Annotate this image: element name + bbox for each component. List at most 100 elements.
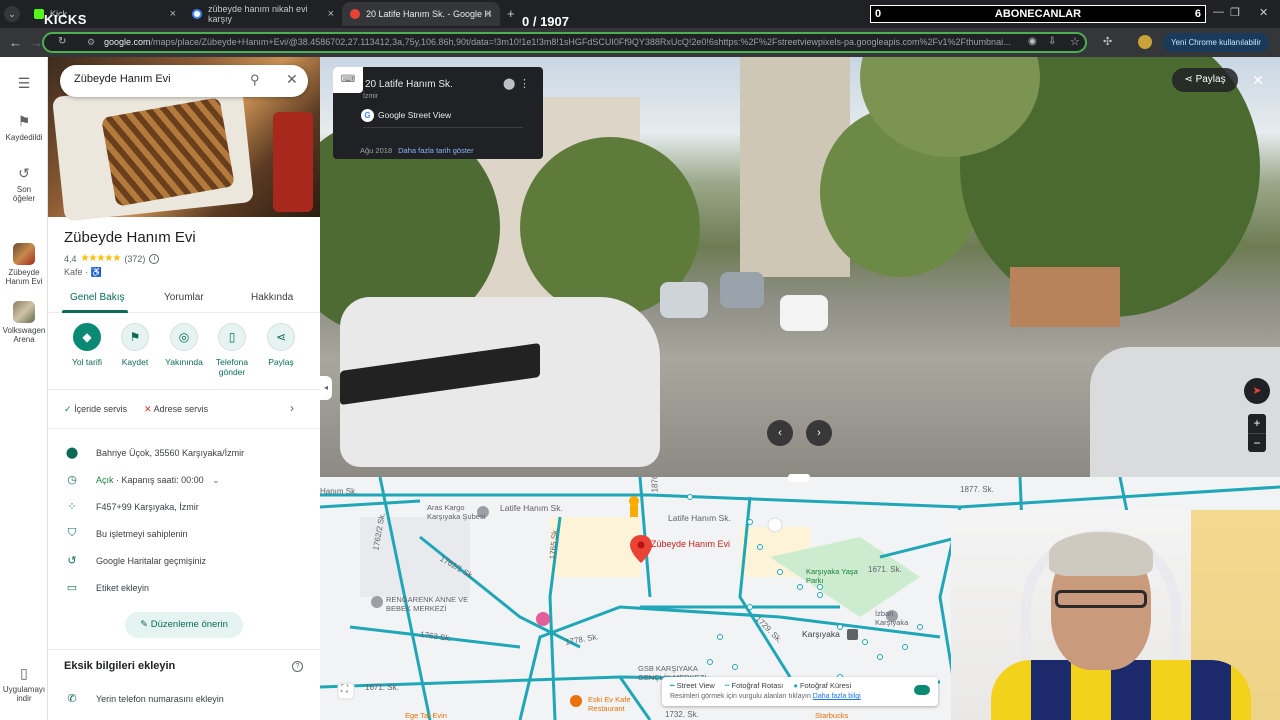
stream-overlay-counter: 0 / 1907 — [522, 14, 569, 29]
new-tab-button[interactable]: + — [507, 6, 515, 21]
resize-handle[interactable] — [788, 474, 810, 482]
url-text[interactable]: google.com/maps/place/Zübeyde+Hanım+Evi/… — [104, 37, 1019, 47]
directions-button[interactable]: ◆ Yol tarifi — [61, 323, 113, 367]
bookmark-icon: ⚑ — [17, 113, 31, 129]
add-phone-row[interactable]: ✆ Yerin telefon numarasını ekleyin — [48, 687, 320, 713]
menu-button[interactable]: ☰ — [0, 75, 48, 95]
learn-more-link[interactable]: Daha fazla bilgi — [813, 693, 861, 700]
poi-label[interactable]: Ege Tat Evin — [405, 711, 447, 720]
history-icon: ↺ — [67, 555, 77, 567]
fullscreen-icon[interactable]: ⛶ — [341, 684, 348, 695]
back-icon[interactable]: ← — [9, 35, 22, 50]
poi-label[interactable]: Karşıyaka — [802, 629, 840, 639]
close-tab-icon[interactable]: × — [328, 8, 334, 20]
close-icon[interactable]: ✕ — [1248, 68, 1268, 92]
place-panel: ⚲ ✕ Zübeyde Hanım Evi 4,4 ★★★★★ (372) i … — [48, 57, 320, 720]
share-button[interactable]: ⋖ Paylaş — [1172, 68, 1238, 92]
selected-place-label[interactable]: Zübeyde Hanım Evi — [651, 539, 730, 549]
hamburger-menu-icon: ☰ — [17, 75, 31, 91]
search-icon[interactable]: ⚲ — [250, 72, 260, 88]
address-row[interactable]: ⬤ Bahriye Üçok, 35560 Karşıyaka/İzmir — [48, 441, 320, 467]
extensions-icon[interactable]: ✣ — [1103, 35, 1112, 48]
tab-reviews[interactable]: Yorumlar — [164, 292, 204, 303]
hours-row[interactable]: ◷ Açık · Kapanış saati: 00:00 ⌄ — [48, 468, 320, 494]
info-icon[interactable]: i — [149, 253, 160, 264]
suggest-edit-button[interactable]: ✎ Düzenleme önerin — [125, 612, 243, 638]
divider — [48, 649, 320, 650]
rating-stars: ★★★★★ — [80, 253, 122, 264]
label-row[interactable]: ▭ Etiket ekleyin — [48, 576, 320, 602]
tab-maps[interactable]: 20 Latife Hanım Sk. - Google H × — [342, 2, 500, 26]
bookmark-star-icon[interactable]: ☆ — [1070, 35, 1080, 48]
poi-label[interactable]: Karşıyaka Yaşa Parkı — [806, 567, 866, 585]
restore-window-icon[interactable]: ❐ — [1230, 6, 1240, 19]
place-category[interactable]: Kafe · — [64, 267, 88, 277]
label-icon: ▭ — [66, 582, 78, 594]
send-to-phone-button[interactable]: ▯ Telefona gönder — [206, 323, 258, 377]
close-window-icon[interactable]: ✕ — [1259, 6, 1268, 19]
suggest-edit-label: Düzenleme önerin — [150, 619, 228, 630]
zoom-in-button[interactable]: + — [1248, 414, 1266, 433]
chrome-update-button[interactable]: Yeni Chrome kullanılabilir — [1163, 33, 1269, 52]
poi-label[interactable]: Starbucks — [815, 711, 848, 720]
help-icon[interactable]: ? — [292, 661, 303, 672]
previous-arrow-icon[interactable]: ‹ — [767, 420, 793, 446]
tab-about[interactable]: Hakkında — [251, 292, 293, 303]
street-label: Latife Hanım Sk. — [668, 513, 731, 523]
location-icon[interactable]: ◉ — [1028, 36, 1037, 47]
minimize-window-icon[interactable]: — — [1213, 6, 1224, 18]
closing-time: · Kapanış saati: 00:00 — [116, 475, 204, 485]
poi-label[interactable]: RENGARENK ANNE VE BEBEK MERKEZİ — [386, 595, 476, 613]
next-arrow-icon[interactable]: › — [806, 420, 832, 446]
close-tab-icon[interactable]: × — [170, 8, 176, 20]
rail-saved[interactable]: ⚑ Kaydedildi — [0, 113, 48, 142]
more-dates-link[interactable]: Daha fazla tarih göster — [398, 146, 473, 155]
tab-overview[interactable]: Genel Bakış — [70, 292, 124, 303]
webcam-overlay — [951, 510, 1280, 720]
profile-avatar[interactable] — [1138, 35, 1152, 49]
tab-search-button[interactable]: ⌄ — [4, 6, 20, 22]
rail-place-volkswagen[interactable]: Volkswagen Arena — [0, 301, 48, 344]
share-button[interactable]: ⋖ Paylaş — [255, 323, 307, 367]
rating-value: 4,4 — [64, 253, 77, 264]
rail-download-app[interactable]: ▯ Uygulamayı indir — [0, 665, 48, 703]
rail-recent[interactable]: ↺ Son öğeler — [0, 165, 48, 203]
service-options-row[interactable]: ✓ İçeride servis ✕ Adrese servis › — [48, 389, 320, 429]
claim-text: Bu işletmeyi sahiplenin — [96, 529, 188, 539]
street-view-line-icon: ━ — [670, 681, 675, 690]
url-host: google.com — [104, 37, 151, 47]
place-title: Zübeyde Hanım Evi — [64, 229, 196, 246]
nearby-button[interactable]: ◎ Yakınında — [158, 323, 210, 367]
location-pin-icon[interactable]: ⬤ — [503, 77, 515, 90]
keyboard-icon[interactable]: ⌨ — [333, 67, 363, 93]
rail-place-zubeyde[interactable]: Zübeyde Hanım Evi — [0, 243, 48, 286]
bookmark-icon: ⚑ — [121, 323, 149, 351]
site-info-icon[interactable]: ⚙ — [87, 37, 95, 48]
compass-icon[interactable]: ➤ — [1244, 378, 1270, 404]
add-phone-text: Yerin telefon numarasını ekleyin — [96, 694, 224, 704]
history-row[interactable]: ↺ Google Haritalar geçmişiniz — [48, 549, 320, 575]
close-icon[interactable]: ✕ — [286, 71, 298, 88]
more-options-icon[interactable]: ⋮ — [519, 77, 530, 90]
close-tab-icon[interactable]: × — [486, 8, 492, 20]
install-app-icon[interactable]: ⇩ — [1048, 36, 1056, 47]
review-count[interactable]: (372) — [124, 254, 145, 264]
zoom-out-button[interactable]: − — [1248, 433, 1266, 452]
photo-route-icon: ┅ — [724, 681, 730, 690]
reload-icon[interactable]: ↻ — [58, 36, 66, 47]
street-view-layer-toggle[interactable] — [914, 685, 930, 695]
save-button[interactable]: ⚑ Kaydet — [109, 323, 161, 367]
poi-label[interactable]: Aras Kargo Karşıyaka Şubesi — [427, 503, 497, 521]
claim-row[interactable]: ⛉ Bu işletmeyi sahiplenin — [48, 522, 320, 548]
collapse-panel-button[interactable]: ◂ — [320, 376, 332, 400]
plus-code-row[interactable]: ⁘ F457+99 Karşıyaka, İzmir — [48, 495, 320, 521]
legend-note: Resimleri görmek için vurgulu alanları t… — [670, 693, 811, 700]
check-icon: ✓ — [64, 404, 72, 414]
google-favicon-icon — [192, 9, 202, 19]
legend-photo-route: Fotoğraf Rotası — [731, 681, 784, 690]
tab-search[interactable]: zübeyde hanım nikah evi karşıy × — [184, 2, 342, 26]
search-input[interactable] — [74, 73, 244, 85]
dine-in-option: ✓ İçeride servis — [64, 404, 127, 415]
poi-label[interactable]: İzban Karşıyaka — [875, 609, 920, 627]
poi-label[interactable]: Eski Ev Kafe Restaurant — [588, 695, 648, 713]
